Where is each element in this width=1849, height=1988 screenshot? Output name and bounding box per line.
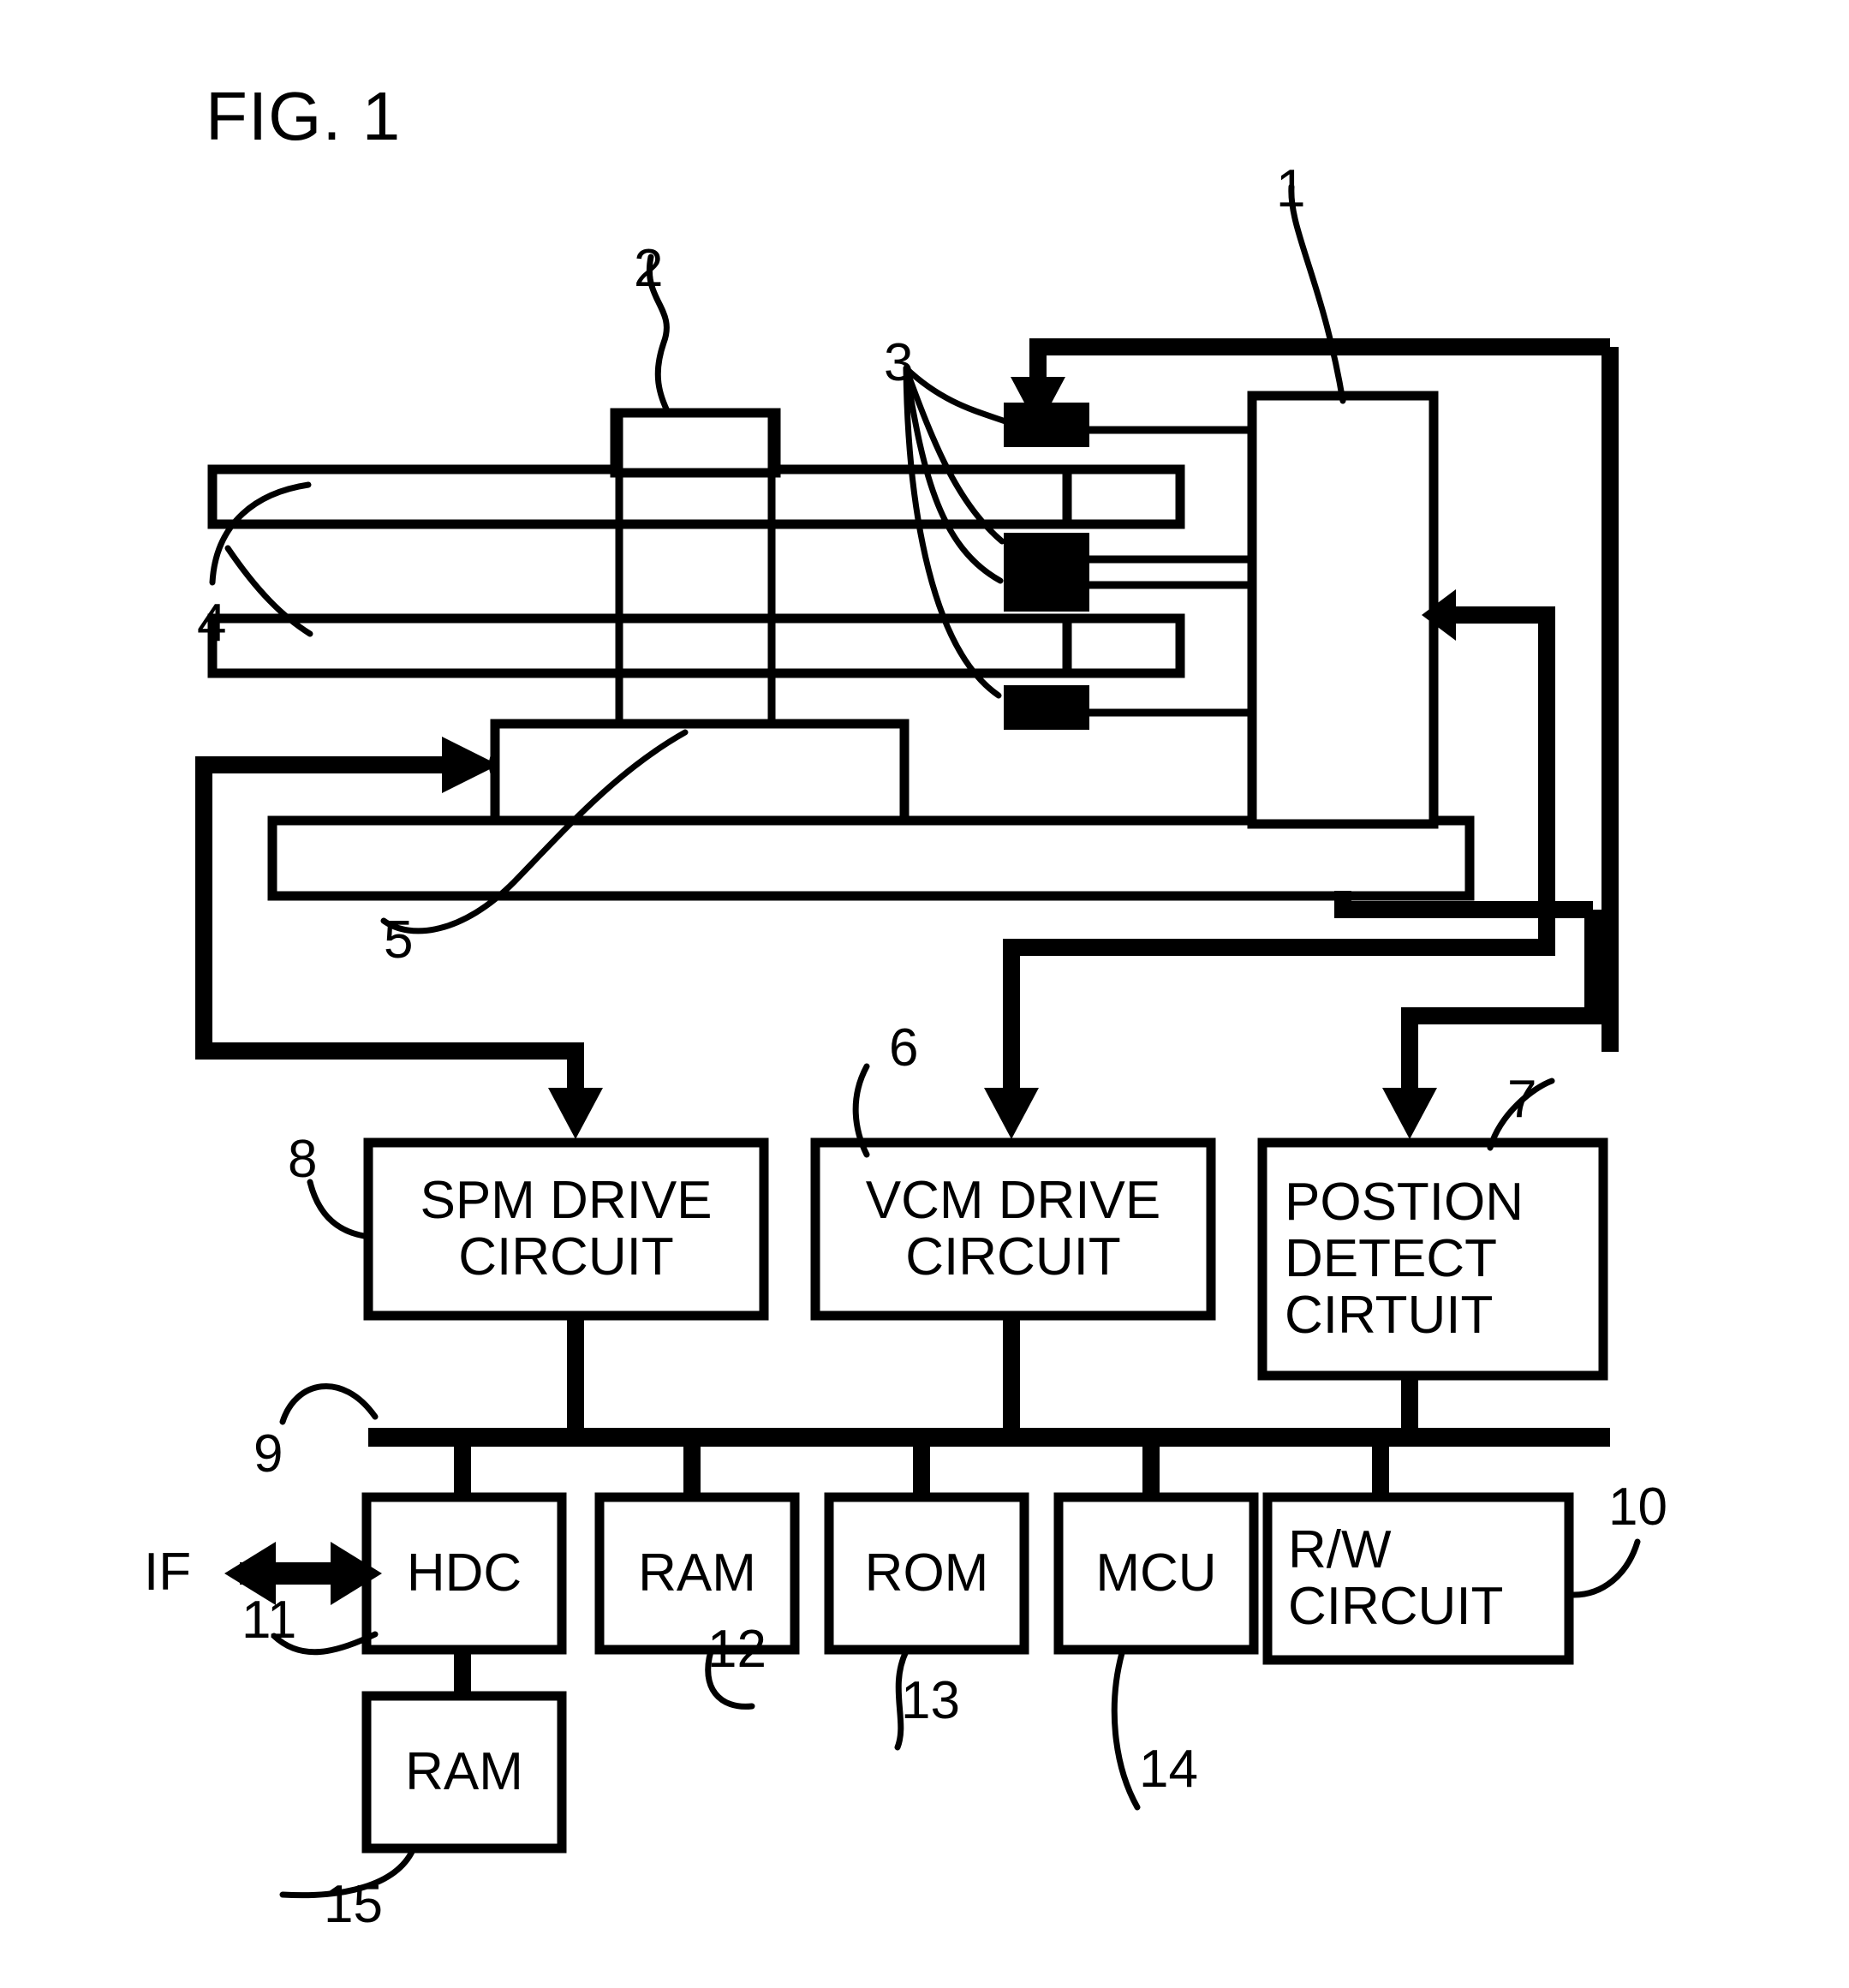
ref-numeral-4: 4 (197, 594, 227, 653)
head-pad-3 (1004, 567, 1089, 612)
arrowhead-to-vcm-circuit (984, 1088, 1039, 1139)
base-plate (267, 815, 1475, 901)
suspension-upper (1062, 464, 1185, 529)
arrowhead-to-position-circuit (1382, 1088, 1437, 1139)
ref-numeral-14: 14 (1139, 1740, 1198, 1799)
ref-numeral-5: 5 (384, 910, 414, 970)
leader-9 (279, 1383, 379, 1425)
ref-numeral-13: 13 (901, 1671, 960, 1730)
ref-numeral-9: 9 (253, 1424, 283, 1484)
leader-14 (1111, 1650, 1141, 1811)
ref-numeral-3: 3 (884, 333, 914, 392)
spindle-motor (490, 719, 910, 830)
position-detect-drop (1401, 910, 1601, 1091)
box-mcu (1053, 1492, 1259, 1655)
box-position-detect (1257, 1137, 1608, 1381)
arrowhead-to-spm-circuit (548, 1088, 603, 1139)
ref-numeral-12: 12 (707, 1620, 766, 1679)
box-vcm-drive (810, 1137, 1216, 1321)
rw-head-path (1029, 338, 1610, 387)
interface-label: IF (144, 1543, 192, 1602)
box-hdc (361, 1492, 567, 1655)
box-ram-buffer (361, 1691, 567, 1854)
arrowhead-spm-motor-right (442, 737, 498, 793)
ref-numeral-10: 10 (1608, 1478, 1667, 1537)
ref-numeral-2: 2 (634, 239, 664, 298)
ref-numeral-1: 1 (1276, 159, 1306, 218)
leader-10 (1571, 1538, 1641, 1598)
actuator-body (1247, 391, 1439, 829)
box-rw-circuit (1262, 1492, 1574, 1665)
ref-numeral-7: 7 (1507, 1070, 1537, 1129)
ref-numeral-6: 6 (889, 1018, 919, 1078)
leader-8 (307, 1179, 373, 1240)
patent-figure-1: FIG. 1 SPM DRIVE CIRCUIT VCM DRIVE CIRCU… (0, 0, 1849, 1988)
head-pad-4 (1004, 685, 1089, 730)
box-rom (824, 1492, 1029, 1655)
ref-numeral-15: 15 (324, 1875, 383, 1934)
box-spm-drive (363, 1137, 769, 1321)
suspension-lower (1062, 613, 1185, 678)
ref-numeral-8: 8 (288, 1130, 318, 1189)
spindle-hub (610, 408, 781, 478)
ref-numeral-11: 11 (242, 1591, 297, 1650)
disk-upper (207, 464, 1108, 529)
